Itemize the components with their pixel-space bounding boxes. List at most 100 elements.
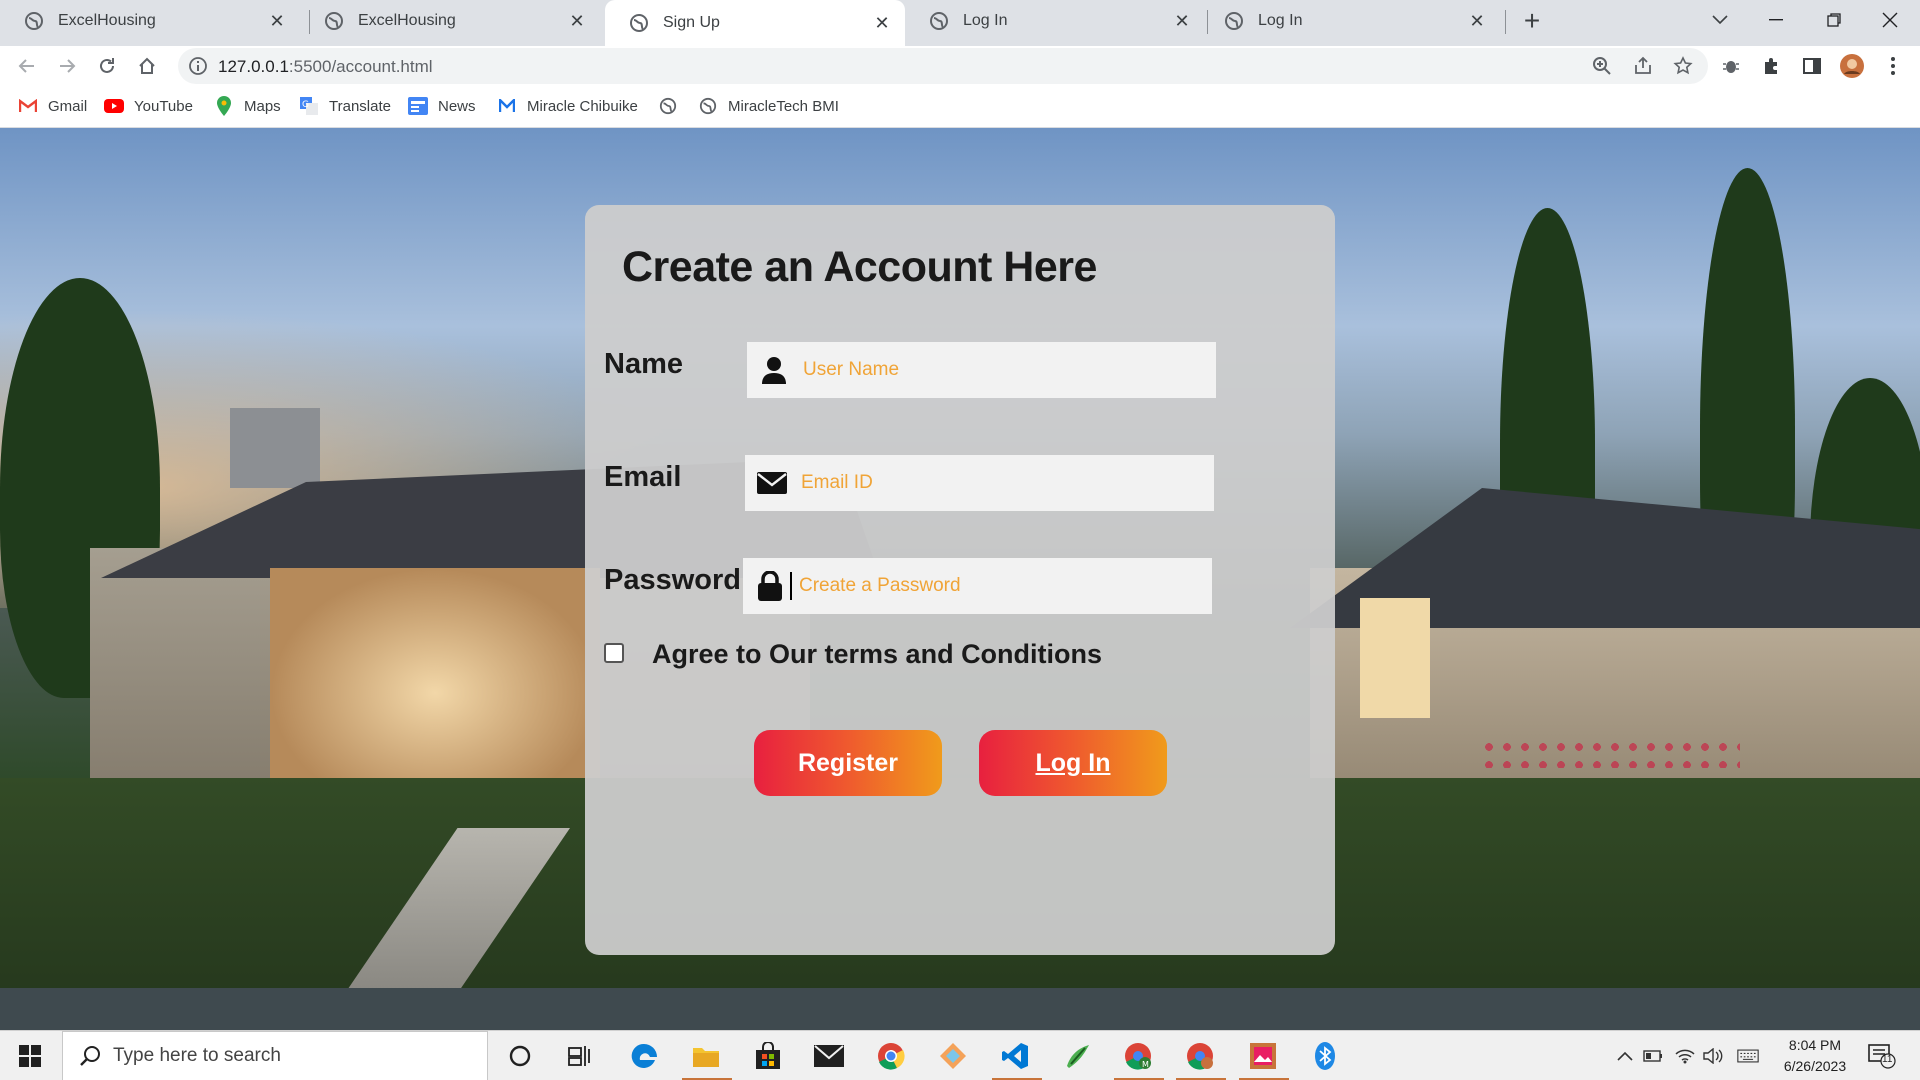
terms-label: Agree to Our terms and Conditions xyxy=(652,639,1103,669)
terms-checkbox[interactable] xyxy=(604,643,624,663)
keyboard-icon[interactable] xyxy=(1737,1045,1759,1067)
tab-title: Log In xyxy=(1258,12,1303,29)
tab-sign-up[interactable]: Sign Up ✕ xyxy=(605,0,905,46)
side-panel-icon[interactable] xyxy=(1798,52,1826,80)
globe-icon xyxy=(25,12,43,30)
close-icon[interactable]: ✕ xyxy=(268,11,286,31)
bookmark-miracle-chibuike[interactable]: Miracle Chibuike xyxy=(497,96,638,116)
tab-excelhousing-2[interactable]: ExcelHousing ✕ xyxy=(300,0,600,42)
close-icon[interactable]: ✕ xyxy=(873,13,891,33)
tab-log-in-2[interactable]: Log In ✕ xyxy=(1200,0,1500,42)
tab-search-chevron-icon[interactable] xyxy=(1692,0,1748,40)
bookmark-label: Gmail xyxy=(48,97,88,115)
taskbar: Type here to search M 8:04 PM 6/26/2023 … xyxy=(0,1030,1920,1080)
url-text[interactable]: 127.0.0.1:5500/account.html xyxy=(218,57,433,77)
tab-log-in-1[interactable]: Log In ✕ xyxy=(905,0,1205,42)
git-diamond-icon[interactable] xyxy=(936,1039,970,1073)
password-field[interactable] xyxy=(743,558,1212,614)
taskbar-search-box[interactable]: Type here to search xyxy=(62,1031,488,1080)
green-app-icon[interactable] xyxy=(1060,1039,1094,1073)
translate-icon: G xyxy=(299,96,319,116)
globe-icon xyxy=(325,12,343,30)
m-icon xyxy=(497,96,517,116)
browser-toolbar: 127.0.0.1:5500/account.html xyxy=(0,46,1920,86)
notification-count: 11 xyxy=(1882,1054,1893,1065)
zoom-icon[interactable] xyxy=(1588,52,1616,80)
login-button[interactable]: Log In xyxy=(979,730,1167,796)
road xyxy=(0,988,1920,1030)
bookmark-label: Maps xyxy=(244,97,281,115)
chrome-icon[interactable] xyxy=(874,1039,908,1073)
forward-icon[interactable] xyxy=(53,52,81,80)
windows-start-button[interactable] xyxy=(0,1031,60,1080)
show-hidden-icons-chevron-icon[interactable] xyxy=(1614,1045,1636,1067)
bookmark-globe[interactable] xyxy=(658,96,688,116)
battery-icon[interactable] xyxy=(1642,1045,1664,1067)
close-window-button[interactable] xyxy=(1862,0,1918,40)
info-icon[interactable] xyxy=(188,56,208,76)
email-label: Email xyxy=(604,461,682,493)
new-tab-button[interactable]: + xyxy=(1518,7,1546,36)
vscode-icon[interactable] xyxy=(998,1039,1032,1073)
close-icon[interactable]: ✕ xyxy=(568,11,586,31)
bookmark-translate[interactable]: G Translate xyxy=(299,96,391,116)
address-bar[interactable]: 127.0.0.1:5500/account.html xyxy=(178,48,1708,84)
share-icon[interactable] xyxy=(1629,52,1657,80)
clock[interactable]: 8:04 PM 6/26/2023 xyxy=(1770,1035,1860,1077)
volume-icon[interactable] xyxy=(1702,1045,1724,1067)
signup-card: Create an Account Here Name Email Passwo… xyxy=(585,205,1335,955)
store-icon[interactable] xyxy=(751,1039,785,1073)
user-icon xyxy=(759,355,789,385)
register-button[interactable]: Register xyxy=(754,730,942,796)
lock-icon xyxy=(755,571,785,601)
close-icon[interactable]: ✕ xyxy=(1173,11,1191,31)
bookmark-youtube[interactable]: YouTube xyxy=(104,96,193,116)
profile-avatar[interactable] xyxy=(1838,52,1866,80)
menu-kebab-icon[interactable] xyxy=(1879,52,1907,80)
url-path: :5500/account.html xyxy=(288,57,433,76)
back-icon[interactable] xyxy=(13,52,41,80)
bookmark-label: Translate xyxy=(329,97,391,115)
news-icon xyxy=(408,96,428,116)
globe-icon xyxy=(1225,12,1243,30)
task-view-icon[interactable] xyxy=(563,1039,597,1073)
edge-icon[interactable] xyxy=(627,1039,661,1073)
notification-center-icon[interactable]: 11 xyxy=(1868,1043,1896,1074)
cortana-icon[interactable] xyxy=(503,1039,537,1073)
bookmark-maps[interactable]: Maps xyxy=(214,96,281,116)
chrome-profile-2-icon[interactable] xyxy=(1183,1039,1217,1073)
bluetooth-icon[interactable] xyxy=(1308,1039,1342,1073)
file-explorer-icon[interactable] xyxy=(689,1039,723,1073)
name-field[interactable] xyxy=(747,342,1216,398)
bookmark-label: MiracleTech BMI xyxy=(728,97,839,115)
reload-icon[interactable] xyxy=(93,52,121,80)
extensions-puzzle-icon[interactable] xyxy=(1758,52,1786,80)
wifi-icon[interactable] xyxy=(1674,1045,1696,1067)
password-input[interactable] xyxy=(799,575,1179,597)
tab-separator xyxy=(1505,10,1506,34)
email-field[interactable] xyxy=(745,455,1214,511)
url-host: 127.0.0.1 xyxy=(218,57,289,76)
bookmark-gmail[interactable]: Gmail xyxy=(18,96,87,116)
bookmark-star-icon[interactable] xyxy=(1669,52,1697,80)
extension-bug-icon[interactable] xyxy=(1717,52,1745,80)
photos-icon[interactable] xyxy=(1246,1039,1280,1073)
clock-date: 6/26/2023 xyxy=(1783,1058,1847,1074)
page-title: Create an Account Here xyxy=(622,243,1097,291)
text-cursor xyxy=(790,572,792,600)
tab-excelhousing-1[interactable]: ExcelHousing ✕ xyxy=(0,0,300,42)
username-input[interactable] xyxy=(803,359,1183,381)
bookmark-miracletech-bmi[interactable]: MiracleTech BMI xyxy=(698,96,839,116)
close-icon[interactable]: ✕ xyxy=(1468,11,1486,31)
bookmark-news[interactable]: News xyxy=(408,96,476,116)
mail-icon[interactable] xyxy=(812,1039,846,1073)
tab-title: Log In xyxy=(963,12,1008,29)
restore-button[interactable] xyxy=(1806,0,1862,40)
chrome-profile-icon[interactable]: M xyxy=(1121,1039,1155,1073)
envelope-icon xyxy=(757,468,787,498)
bookmark-label: News xyxy=(438,97,476,115)
email-input[interactable] xyxy=(801,472,1181,494)
minimize-button[interactable] xyxy=(1748,0,1804,40)
home-icon[interactable] xyxy=(133,52,161,80)
youtube-icon xyxy=(104,96,124,116)
